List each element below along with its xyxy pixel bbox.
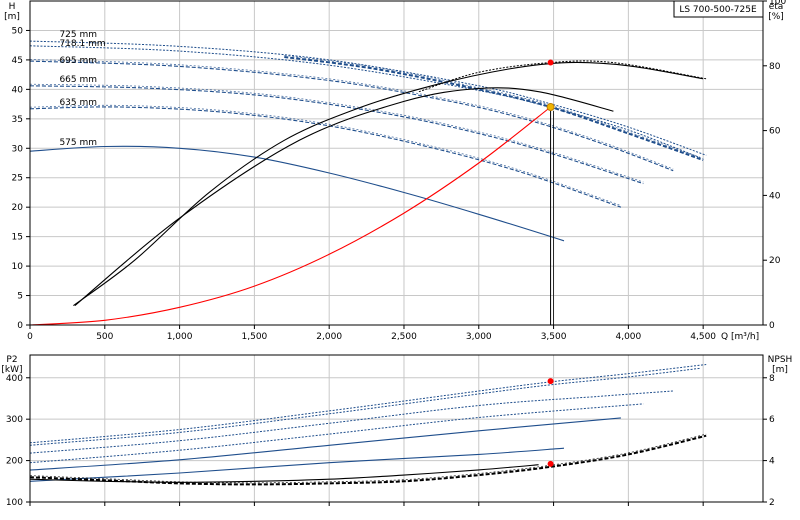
top-x-tick-label: 2,000 [316, 332, 342, 342]
top-y-tick-label: 0 [17, 321, 23, 331]
top-y-right-tick-label: 20 [769, 256, 781, 266]
top-series-6 [29, 145, 565, 242]
top-x-tick-label: 500 [96, 332, 113, 342]
top-series-7 [29, 106, 551, 326]
top-y-tick-label: 30 [12, 144, 24, 154]
bottom-series-4 [29, 417, 621, 471]
top-series-4-companion [29, 83, 644, 183]
top-x-tick-label: 2,500 [391, 332, 417, 342]
top-y-tick-label: 15 [12, 233, 23, 243]
bottom-plot-frame [29, 354, 764, 503]
top-y-right-tick-label: 80 [769, 62, 781, 72]
top-series-8 [73, 61, 704, 307]
pump-curve-chart: 051015202530354045500204060801000 500 1,00… [1, 0, 793, 508]
top-y-right-axis-label: eta [769, 2, 784, 12]
top-series-9 [74, 87, 614, 307]
bottom-duty-point-1 [547, 460, 554, 467]
top-y-axis-label: H [9, 2, 16, 12]
model-label-box: LS 700-500-725E [673, 0, 764, 18]
top-series-3 [29, 60, 674, 172]
curve-label-6: 575 mm [59, 138, 97, 148]
bottom-y-axis-label: [kW] [1, 365, 22, 375]
top-series-1 [284, 56, 704, 162]
top-series-4 [29, 85, 644, 185]
top-y-tick-label: 40 [12, 85, 24, 95]
top-y-tick-label: 35 [12, 115, 23, 125]
bottom-y-right-tick-label: 2 [769, 498, 775, 508]
bottom-y-right-tick-label: 4 [769, 457, 775, 467]
model-label: LS 700-500-725E [679, 5, 757, 15]
top-y-tick-label: 25 [12, 174, 23, 184]
top-y-tick-label: 50 [12, 26, 24, 36]
bottom-y-right-tick-label: 6 [769, 415, 775, 425]
bottom-y-axis-label: P2 [6, 355, 17, 365]
top-series-3-companion [29, 59, 674, 170]
top-x-axis-label: Q [m³/h] [721, 332, 759, 342]
duty-point-eta-marker [547, 59, 554, 66]
bottom-series-0 [29, 364, 707, 444]
top-plot-frame [29, 0, 764, 326]
curve-label-2: 718.1 mm [59, 39, 105, 49]
top-y-right-axis-label: [%] [768, 12, 784, 22]
curve-label-3: 695 mm [59, 56, 97, 66]
bottom-series-1 [29, 367, 701, 446]
top-y-right-tick-label: 0 [769, 321, 775, 331]
bottom-y-right-axis-label: NPSH [768, 355, 793, 365]
top-y-tick-label: 10 [12, 262, 24, 272]
top-x-tick-label: 1,000 [167, 332, 193, 342]
bottom-series [29, 364, 707, 486]
top-x-tick-label: 0 [27, 332, 33, 342]
top-y-tick-label: 45 [12, 56, 23, 66]
top-axes: 051015202530354045500204060801000 500 1,00… [4, 0, 786, 342]
top-y-tick-label: 20 [12, 203, 24, 213]
top-y-right-tick-label: 60 [769, 127, 781, 137]
top-series [29, 40, 707, 326]
top-grid [29, 1, 763, 326]
top-y-right-tick-label: 40 [769, 191, 781, 201]
bottom-y-right-axis-label: [m] [772, 365, 788, 375]
top-series-0 [29, 40, 707, 156]
bottom-y-tick-label: 100 [6, 498, 23, 508]
bottom-y-tick-label: 200 [6, 457, 23, 467]
curve-label-5: 635 mm [59, 98, 97, 108]
top-x-tick-label: 4,500 [690, 332, 716, 342]
top-y-tick-label: 5 [17, 292, 23, 302]
bottom-y-tick-label: 400 [6, 374, 23, 384]
top-x-tick-label: 1,500 [242, 332, 268, 342]
curve-label-4: 665 mm [59, 75, 97, 85]
duty-point-head-marker [546, 103, 555, 112]
top-x-tick-label: 4,000 [615, 332, 641, 342]
bottom-y-right-tick-label: 8 [769, 374, 775, 384]
bottom-duty-point-0 [547, 378, 554, 385]
bottom-y-tick-label: 300 [6, 415, 23, 425]
top-y-axis-label: [m] [4, 12, 20, 22]
bottom-grid [29, 355, 763, 503]
top-x-tick-label: 3,500 [541, 332, 567, 342]
bottom-series-7 [29, 464, 539, 483]
top-series-1-companion [284, 55, 704, 159]
top-x-tick-label: 3,000 [466, 332, 492, 342]
